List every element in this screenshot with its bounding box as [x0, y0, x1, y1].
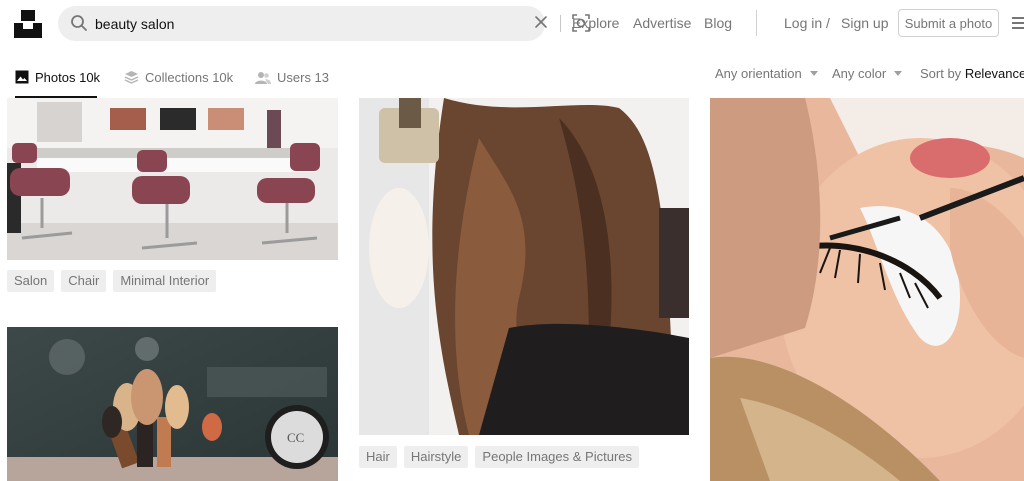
- photo-hair-tags: Hair Hairstyle People Images & Pictures: [359, 446, 639, 468]
- orientation-filter[interactable]: Any orientation: [715, 66, 818, 81]
- hair-curling-image: [359, 98, 689, 435]
- makeup-brushes-image: CC: [7, 327, 338, 481]
- nav-blog-link[interactable]: Blog: [704, 15, 732, 31]
- auth-separator: /: [826, 15, 830, 31]
- unsplash-logo-icon[interactable]: [14, 10, 42, 38]
- tab-collections[interactable]: Collections 10k: [124, 56, 233, 98]
- hamburger-menu-icon[interactable]: [1012, 16, 1024, 30]
- tag-chip[interactable]: Chair: [61, 270, 107, 292]
- salon-interior-image: [7, 98, 338, 260]
- users-icon: [255, 71, 271, 84]
- tag-chip[interactable]: Hair: [359, 446, 397, 468]
- search-input[interactable]: [95, 13, 465, 34]
- tab-photos-label: Photos 10k: [35, 69, 101, 85]
- color-filter-label: Any color: [832, 66, 887, 81]
- tag-chip[interactable]: People Images & Pictures: [475, 446, 639, 468]
- chevron-down-icon: [894, 71, 903, 76]
- clear-search-icon[interactable]: [534, 15, 548, 29]
- nav-explore-link[interactable]: Explore: [572, 15, 619, 31]
- tab-collections-label: Collections 10k: [145, 69, 234, 85]
- tab-users-label: Users 13: [277, 69, 330, 85]
- orientation-filter-label: Any orientation: [715, 66, 802, 81]
- photo-icon: [15, 70, 29, 84]
- sort-dropdown[interactable]: Sort by Relevance: [920, 66, 1024, 81]
- tab-users[interactable]: Users 13: [255, 56, 329, 98]
- nav-divider: [756, 10, 757, 36]
- color-filter[interactable]: Any color: [832, 66, 903, 81]
- search-icon[interactable]: [70, 14, 88, 32]
- photo-eyelash-extension[interactable]: [710, 98, 1024, 481]
- chevron-down-icon: [809, 71, 818, 76]
- photo-salon-tags: Salon Chair Minimal Interior: [7, 270, 217, 292]
- top-header: Explore Advertise Blog Log in / Sign up …: [0, 0, 1024, 46]
- login-link[interactable]: Log in: [784, 15, 822, 31]
- tag-chip[interactable]: Minimal Interior: [113, 270, 217, 292]
- search-bar: [58, 6, 590, 41]
- photo-salon-interior[interactable]: [7, 98, 338, 260]
- tab-photos[interactable]: Photos 10k: [15, 56, 101, 98]
- tag-chip[interactable]: Hairstyle: [403, 446, 469, 468]
- signup-link[interactable]: Sign up: [841, 15, 888, 31]
- sort-value: Relevance: [964, 66, 1024, 81]
- photo-hair-curling[interactable]: [359, 98, 689, 435]
- collections-icon: [124, 71, 139, 84]
- search-tabs-bar: Photos 10k Collections 10k Users 13 Any …: [0, 56, 1024, 98]
- submit-photo-button[interactable]: Submit a photo: [898, 9, 999, 37]
- eyelash-extension-image: [710, 98, 1024, 481]
- tag-chip[interactable]: Salon: [7, 270, 55, 292]
- svg-text:CC: CC: [287, 430, 304, 445]
- nav-advertise-link[interactable]: Advertise: [633, 15, 691, 31]
- photo-makeup-brushes[interactable]: CC: [7, 327, 338, 481]
- sort-prefix: Sort by: [920, 66, 962, 81]
- search-divider: [560, 15, 561, 32]
